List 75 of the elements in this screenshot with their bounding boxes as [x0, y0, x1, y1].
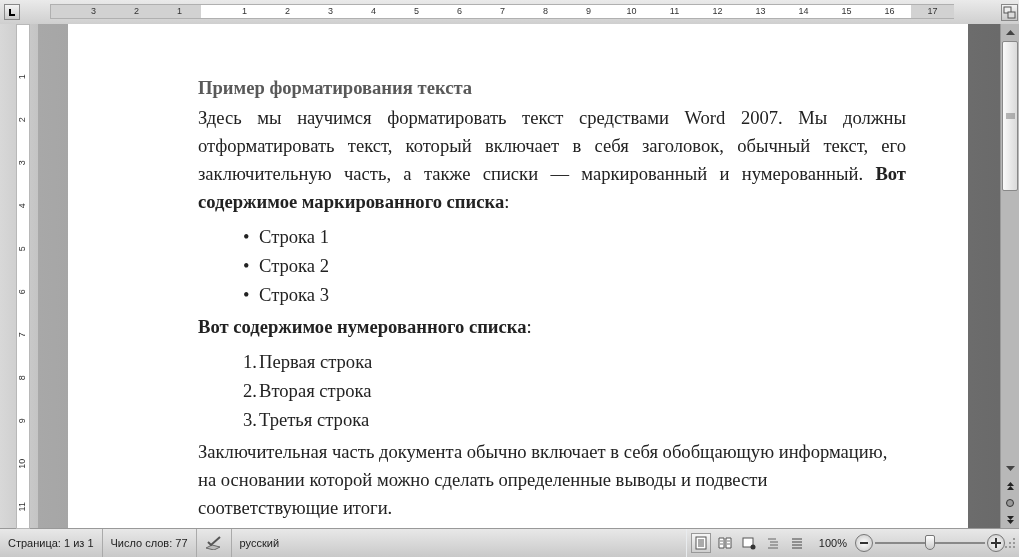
proofing-icon[interactable]: [204, 536, 223, 550]
book-icon: [717, 536, 732, 550]
ruler-number: 14: [798, 6, 809, 16]
lines-icon: [789, 536, 804, 550]
paragraph-text: Вот содержимое нумерованного списка:: [198, 315, 533, 339]
list-item-text: Строка 2: [259, 253, 330, 278]
resize-grip-icon[interactable]: [1005, 538, 1015, 548]
ruler-number: 10: [16, 458, 29, 469]
language-label[interactable]: русский: [239, 534, 280, 552]
list-marker: •: [243, 253, 251, 278]
list-marker: 1.: [243, 349, 258, 374]
window-icon: [741, 536, 756, 550]
ruler-number: 4: [16, 203, 29, 208]
ruler-number: 9: [16, 418, 29, 423]
outline-icon: [765, 536, 780, 550]
document-heading: Пример форматирования текста: [198, 76, 474, 100]
list-marker: •: [243, 224, 251, 249]
ruler-number: 5: [414, 6, 419, 16]
ruler-number: 11: [669, 6, 680, 16]
horizontal-ruler[interactable]: 3 2 1 1 2 3 4 5 6 7 8 9 10 11 12 13 14 15 16 17: [50, 4, 954, 19]
ruler-number: 12: [712, 6, 723, 16]
paragraph-text: Здесь мы научимся форматировать текст средствами Word 2007. Мы должны отформатировать текст, который включает в себя заголовок, обычный текст, его заключительную часть, а также списки — маркированный и нумерованный. Вот содержимое маркированного списка:: [198, 106, 906, 214]
paragraph-text: Заключительная часть документа обычно включает в себя обобщающую информацию, на основании которой можно сделать определенные выводы и подвести соответствующие итоги.: [198, 440, 889, 520]
tab-selector-button[interactable]: [4, 4, 20, 20]
page-icon: [693, 536, 708, 550]
view-ruler-button[interactable]: [1001, 4, 1018, 21]
ruler-number: 11: [16, 501, 29, 512]
minus-icon: [860, 542, 868, 544]
ruler-number: 2: [285, 6, 290, 16]
ruler-number: 1: [177, 6, 182, 16]
zoom-slider-thumb[interactable]: [925, 535, 935, 550]
ruler-number: 5: [16, 246, 29, 251]
ruler-number: 3: [328, 6, 333, 16]
double-down-arrow-icon: [1006, 515, 1014, 524]
ruler-number: 1: [16, 74, 29, 79]
vertical-ruler[interactable]: 1 2 3 4 5 6 7 8 9 10 11: [16, 24, 30, 529]
ruler-number: 7: [500, 6, 505, 16]
list-marker: 2.: [243, 378, 258, 403]
scrollbar-thumb[interactable]: [1002, 41, 1018, 191]
double-up-arrow-icon: [1006, 481, 1014, 490]
zoom-out-button[interactable]: [855, 534, 873, 552]
ruler-number: 1: [242, 6, 247, 16]
ruler-number: 6: [457, 6, 462, 16]
ruler-number: 3: [91, 6, 96, 16]
zoom-level-label[interactable]: 100%: [810, 534, 855, 552]
list-item-text: Строка 1: [259, 224, 330, 249]
list-marker: 3.: [243, 407, 258, 432]
up-arrow-icon: [1005, 30, 1015, 35]
ruler-number: 2: [134, 6, 139, 16]
ruler-number: 7: [16, 332, 29, 337]
list-item-text: Третья строка: [259, 407, 370, 432]
ruler-number: 8: [543, 6, 548, 16]
list-marker: •: [243, 282, 251, 307]
ruler-number: 16: [884, 6, 895, 16]
list-item-text: Первая строка: [259, 349, 373, 374]
print-layout-button[interactable]: [690, 533, 711, 553]
ruler-number: 9: [586, 6, 591, 16]
corner-tab-icon: [8, 8, 16, 16]
ruler-number: 4: [371, 6, 376, 16]
ruler-number: 3: [16, 160, 29, 165]
list-item-text: Строка 3: [259, 282, 330, 307]
ruler-number: 13: [755, 6, 766, 16]
list-item-text: Вторая строка: [259, 378, 372, 403]
zoom-in-button[interactable]: [987, 534, 1005, 552]
ruler-number: 8: [16, 375, 29, 380]
page-count[interactable]: Страница: 1 из 1: [0, 529, 103, 557]
circle-icon: [1006, 498, 1014, 507]
ruler-number: 10: [626, 6, 637, 16]
down-arrow-icon: [1005, 466, 1015, 471]
ruler-number: 2: [16, 117, 29, 122]
plus-icon: [991, 538, 1001, 548]
ruler-number: 17: [927, 6, 938, 16]
word-count[interactable]: Число слов: 77: [102, 529, 197, 557]
ruler-number: 15: [841, 6, 852, 16]
ruler-number: 6: [16, 289, 29, 294]
